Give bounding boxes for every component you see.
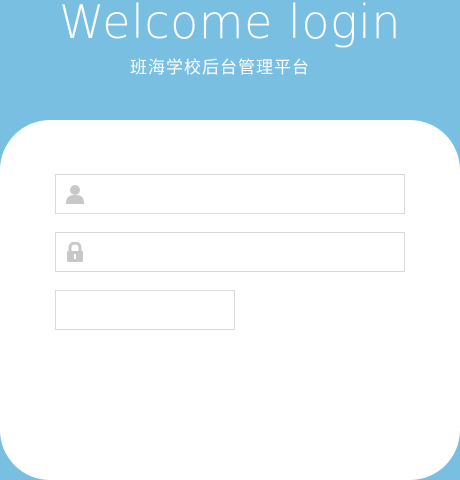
captcha-field[interactable]	[55, 290, 235, 330]
login-header: Welcome login 班海学校后台管理平台	[0, 0, 460, 120]
captcha-input[interactable]	[64, 291, 226, 329]
user-icon	[65, 184, 85, 204]
password-input[interactable]	[96, 233, 396, 271]
password-field[interactable]	[55, 232, 405, 272]
username-input[interactable]	[96, 175, 396, 213]
welcome-title: Welcome login	[59, 0, 401, 49]
username-field[interactable]	[55, 174, 405, 214]
platform-subtitle: 班海学校后台管理平台	[130, 58, 310, 78]
login-card	[0, 120, 460, 480]
lock-icon	[65, 241, 85, 262]
